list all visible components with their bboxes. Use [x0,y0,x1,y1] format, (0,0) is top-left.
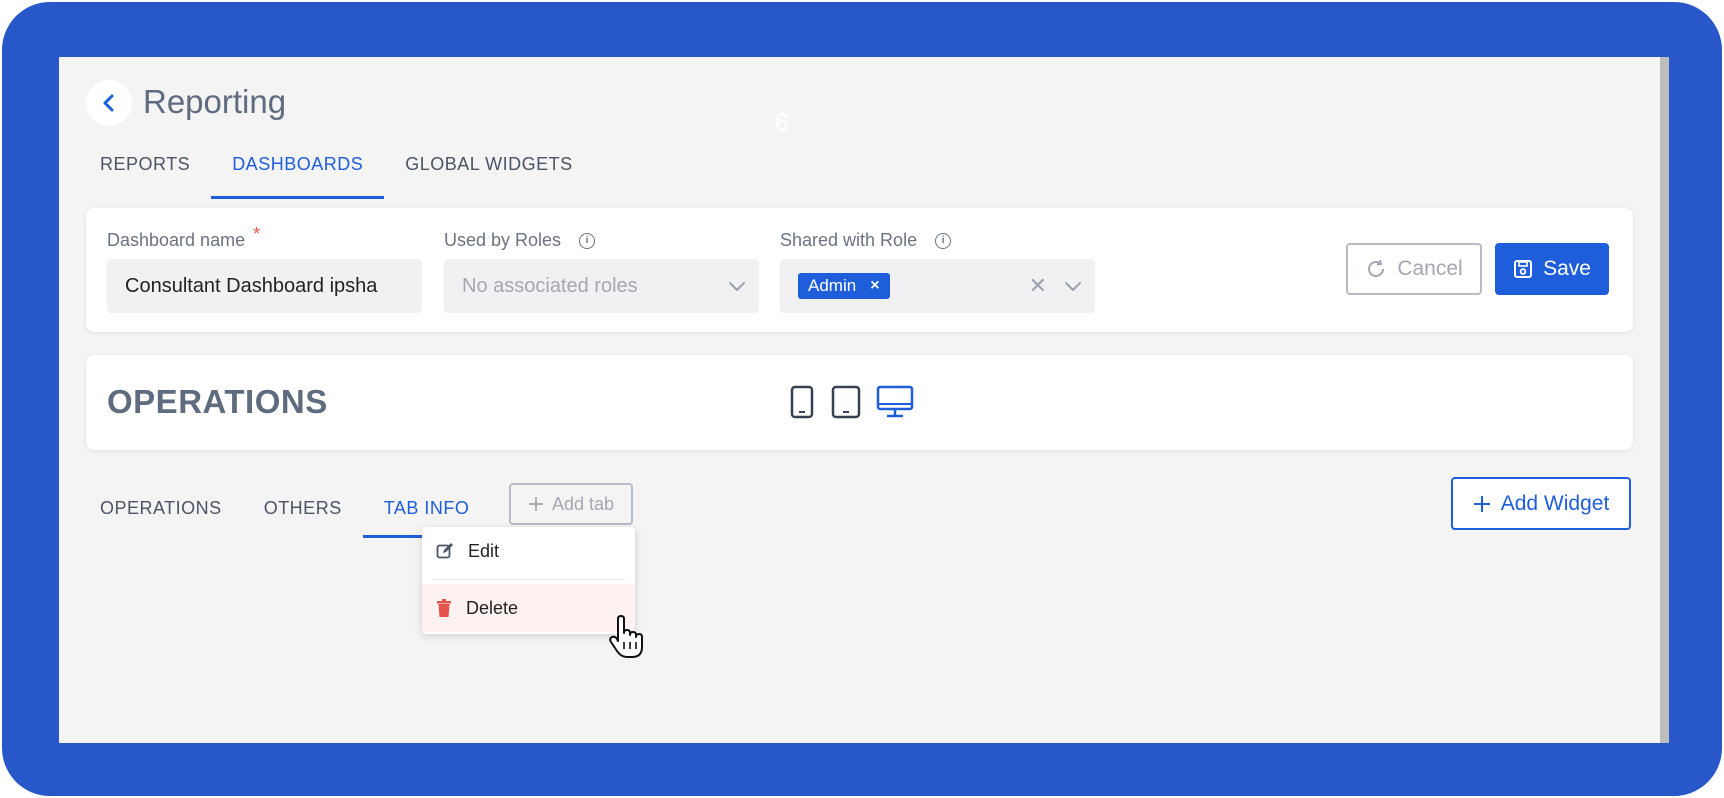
dashboard-settings-card: Dashboard name * Consultant Dashboard ip… [86,208,1633,332]
add-tab-button[interactable]: Add tab [509,483,633,525]
role-tag: Admin × [798,273,890,299]
tab-dashboards[interactable]: DASHBOARDS [211,145,385,199]
refresh-icon [1368,259,1385,277]
save-icon [1514,260,1533,278]
menu-item-edit-label: Edit [468,540,500,561]
save-label: Save [1543,257,1591,280]
used-by-roles-label-text: Used by Roles [444,230,562,250]
required-indicator: * [253,224,261,244]
menu-item-edit[interactable]: Edit [422,527,635,575]
desktop-icon[interactable] [876,385,914,419]
chevron-left-icon [103,94,114,112]
cancel-label: Cancel [1397,257,1463,280]
dashboard-name-field[interactable]: Consultant Dashboard ipsha [107,259,422,313]
save-button[interactable]: Save [1495,243,1609,295]
dashboard-name-label-text: Dashboard name [107,230,246,250]
shared-with-role-select[interactable]: Admin × ✕ [780,259,1095,313]
trash-icon [437,599,451,617]
used-by-roles-label: Used by Roles i [444,230,596,251]
tab-others[interactable]: OTHERS [243,487,363,538]
menu-item-delete-label: Delete [466,597,519,618]
info-icon[interactable]: i [579,232,596,249]
dashboard-title: OPERATIONS [107,383,328,420]
menu-divider [432,579,625,580]
tab-global-widgets[interactable]: GLOBAL WIDGETS [384,145,593,199]
page-title: Reporting [143,83,287,120]
role-tag-label: Admin [808,276,857,295]
add-widget-label: Add Widget [1500,491,1610,515]
device-frame: 6 4 Reporting REPORTS DASHBOARDS GLOBAL … [2,2,1722,796]
menu-item-delete[interactable]: Delete [422,584,635,632]
cancel-button[interactable]: Cancel [1346,243,1482,295]
tab-context-menu: Edit Delete [422,527,635,634]
hand-pointer-icon [609,615,643,658]
mobile-icon[interactable] [790,385,814,419]
dashboard-name-value: Consultant Dashboard ipsha [125,274,378,297]
back-button[interactable] [86,80,132,126]
main-tabs: REPORTS DASHBOARDS GLOBAL WIDGETS [79,145,594,199]
clear-icon[interactable]: ✕ [1029,273,1047,299]
used-by-roles-select[interactable]: No associated roles [444,259,759,313]
plus-icon [528,497,543,511]
shared-with-role-label-text: Shared with Role [780,230,918,250]
info-icon[interactable]: i [935,232,952,249]
remove-tag-icon[interactable]: × [870,277,879,295]
add-widget-button[interactable]: Add Widget [1451,477,1631,530]
tab-operations[interactable]: OPERATIONS [79,487,243,538]
scrollbar[interactable] [1660,57,1669,743]
dashboard-name-label: Dashboard name * [107,224,260,251]
edit-icon [436,543,453,559]
tablet-icon[interactable] [831,385,861,419]
chevron-down-icon[interactable] [1063,276,1083,296]
overlay-number: 6 [775,107,790,137]
add-tab-label: Add tab [551,493,615,514]
dashboard-header-card: OPERATIONS [86,355,1633,450]
used-by-roles-placeholder: No associated roles [462,274,638,297]
tab-reports[interactable]: REPORTS [79,145,211,199]
plus-icon [1473,495,1490,512]
chevron-down-icon [729,282,745,291]
shared-with-role-label: Shared with Role i [780,230,952,251]
app-screen: 6 4 Reporting REPORTS DASHBOARDS GLOBAL … [59,57,1669,743]
